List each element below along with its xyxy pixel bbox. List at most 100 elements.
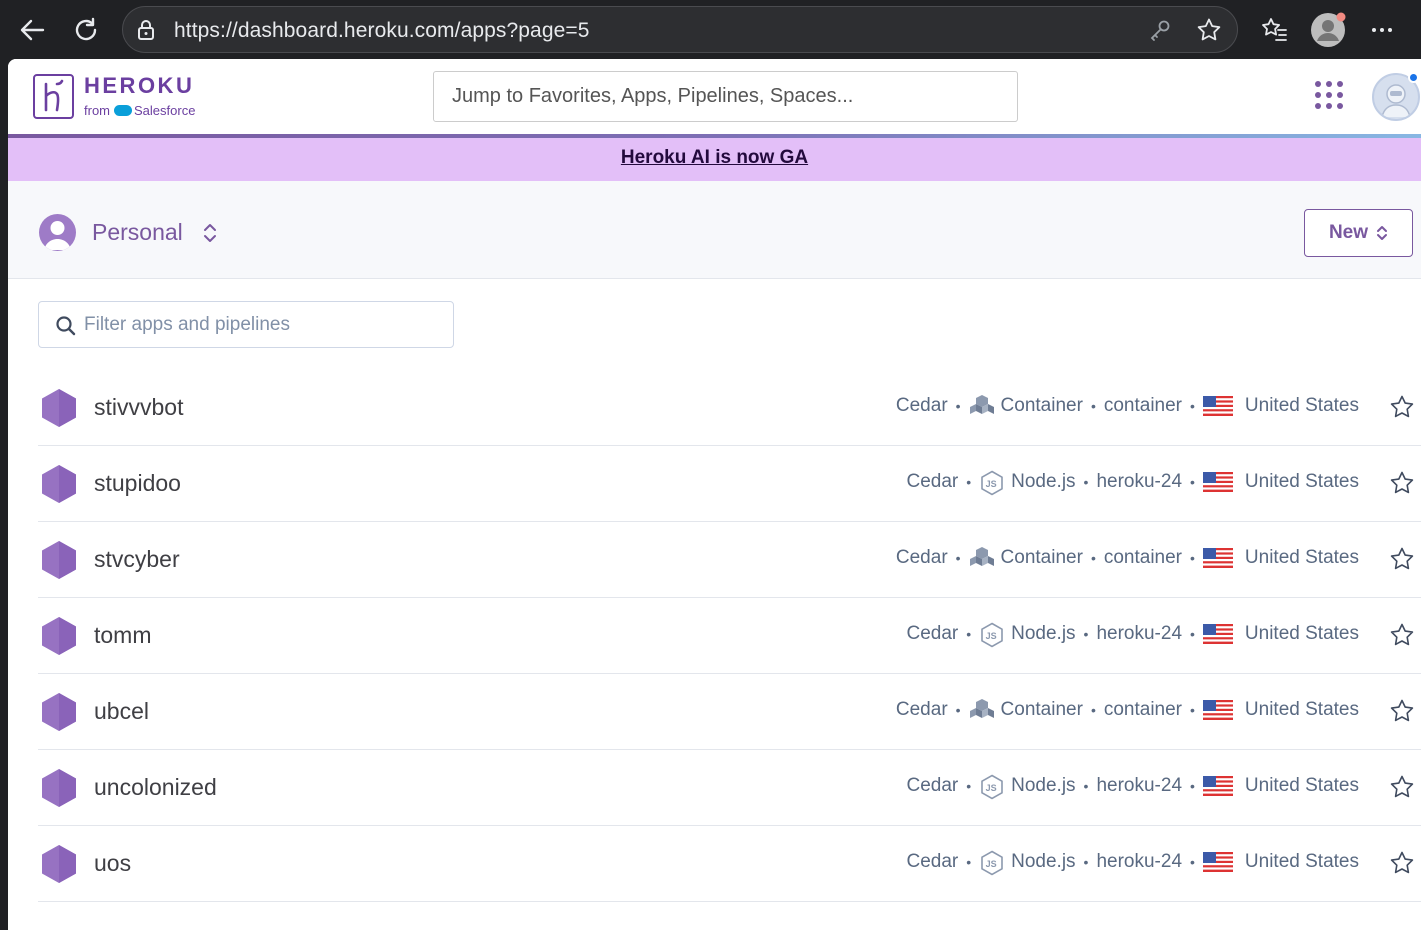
app-name[interactable]: stupidoo xyxy=(94,470,181,497)
app-row[interactable]: stvcyber Cedar • Container • container •… xyxy=(38,522,1421,598)
app-stack: Cedar xyxy=(895,547,948,568)
us-flag-icon xyxy=(1202,548,1233,568)
filter-apps-input[interactable] xyxy=(84,302,444,347)
browser-toolbar: https://dashboard.heroku.com/apps?page=5 xyxy=(0,0,1421,59)
app-name[interactable]: uos xyxy=(94,850,131,877)
reload-icon xyxy=(75,17,97,41)
browser-profile-avatar[interactable] xyxy=(1308,10,1348,50)
separator-dot: • xyxy=(1190,778,1195,794)
logo-wordmark[interactable]: HEROKU xyxy=(84,73,194,99)
separator-dot: • xyxy=(1083,626,1089,642)
app-name[interactable]: uncolonized xyxy=(94,774,217,801)
app-name[interactable]: stivvvbot xyxy=(94,394,183,421)
app-stack: Cedar xyxy=(906,471,959,492)
heroku-logo-icon[interactable] xyxy=(33,74,74,119)
separator-dot: • xyxy=(1190,474,1195,490)
app-runtime: container xyxy=(1103,395,1183,416)
new-button-label: New xyxy=(1328,222,1369,243)
app-runtime: heroku-24 xyxy=(1096,851,1183,872)
search-icon xyxy=(56,316,76,336)
separator-dot: • xyxy=(955,702,961,718)
app-meta: Cedar • JS Node.js • heroku-24 • United … xyxy=(906,470,1359,496)
app-row[interactable]: uncolonized Cedar • JS Node.js • heroku-… xyxy=(38,750,1421,826)
app-launcher-icon[interactable] xyxy=(1315,81,1345,111)
app-stack: Cedar xyxy=(906,851,959,872)
app-region: United States xyxy=(1244,395,1359,416)
reload-button[interactable] xyxy=(66,10,106,50)
new-button[interactable]: New xyxy=(1304,209,1413,257)
favorite-star-icon[interactable] xyxy=(1389,850,1415,876)
favorite-star-icon[interactable] xyxy=(1389,622,1415,648)
app-buildpack: Container xyxy=(1000,547,1083,568)
app-runtime: heroku-24 xyxy=(1096,775,1183,796)
favorite-star-icon[interactable] xyxy=(1389,698,1415,724)
separator-dot: • xyxy=(966,854,972,870)
favorite-star-icon[interactable] xyxy=(1389,546,1415,572)
us-flag-icon xyxy=(1202,776,1233,796)
app-row[interactable]: stivvvbot Cedar • Container • container … xyxy=(38,370,1421,446)
app-meta: Cedar • Container • container • United S… xyxy=(896,394,1359,418)
separator-dot: • xyxy=(1083,474,1089,490)
site-header: HEROKU from Salesforce xyxy=(8,59,1421,135)
site-info-icon[interactable] xyxy=(133,17,159,43)
account-name[interactable]: Personal xyxy=(92,219,183,246)
address-bar[interactable]: https://dashboard.heroku.com/apps?page=5 xyxy=(122,6,1238,53)
svg-text:JS: JS xyxy=(986,479,997,489)
app-region: United States xyxy=(1244,471,1359,492)
app-buildpack: Node.js xyxy=(1011,775,1076,796)
app-row[interactable]: stupidoo Cedar • JS Node.js • heroku-24 … xyxy=(38,446,1421,522)
nodejs-icon: JS xyxy=(979,774,1005,800)
us-flag-icon xyxy=(1202,852,1233,872)
favorites-list-icon[interactable] xyxy=(1254,10,1294,50)
arrow-left-icon xyxy=(20,19,45,41)
separator-dot: • xyxy=(1090,550,1096,566)
logo-from-text: from xyxy=(84,103,110,118)
separator-dot: • xyxy=(1190,550,1195,566)
separator-dot: • xyxy=(1083,854,1089,870)
notification-badge xyxy=(1408,72,1419,83)
logo-brand-text: Salesforce xyxy=(134,103,196,118)
chevron-up-down-icon[interactable] xyxy=(201,221,219,245)
app-buildpack: Container xyxy=(1000,699,1083,720)
app-meta: Cedar • JS Node.js • heroku-24 • United … xyxy=(906,774,1359,800)
announcement-link[interactable]: Heroku AI is now GA xyxy=(621,147,808,169)
url-text[interactable]: https://dashboard.heroku.com/apps?page=5 xyxy=(174,19,590,43)
app-runtime: heroku-24 xyxy=(1096,623,1183,644)
separator-dot: • xyxy=(1190,626,1195,642)
app-name[interactable]: stvcyber xyxy=(94,546,180,573)
app-row[interactable]: uos Cedar • JS Node.js • heroku-24 • Uni… xyxy=(38,826,1421,902)
app-name[interactable]: tomm xyxy=(94,622,152,649)
app-buildpack: Container xyxy=(1000,395,1083,416)
favorite-star-icon[interactable] xyxy=(1389,774,1415,800)
announcement-banner: Heroku AI is now GA xyxy=(8,138,1421,181)
app-runtime: heroku-24 xyxy=(1096,471,1183,492)
personal-account-icon[interactable] xyxy=(39,214,76,251)
separator-dot: • xyxy=(966,474,972,490)
svg-text:JS: JS xyxy=(986,859,997,869)
us-flag-icon xyxy=(1202,472,1233,492)
app-stack: Cedar xyxy=(895,699,948,720)
app-buildpack: Node.js xyxy=(1011,623,1076,644)
favorite-star-icon[interactable] xyxy=(1196,17,1222,43)
separator-dot: • xyxy=(966,626,972,642)
app-meta: Cedar • JS Node.js • heroku-24 • United … xyxy=(906,622,1359,648)
app-name[interactable]: ubcel xyxy=(94,698,149,725)
favorite-star-icon[interactable] xyxy=(1389,394,1415,420)
key-icon[interactable] xyxy=(1147,17,1173,43)
app-runtime: container xyxy=(1103,547,1183,568)
separator-dot: • xyxy=(1190,398,1195,414)
app-list: stivvvbot Cedar • Container • container … xyxy=(38,370,1421,902)
jump-search-input[interactable] xyxy=(433,71,1018,122)
app-hex-icon xyxy=(42,693,76,731)
app-stack: Cedar xyxy=(906,775,959,796)
nodejs-icon: JS xyxy=(979,850,1005,876)
app-row[interactable]: ubcel Cedar • Container • container • Un… xyxy=(38,674,1421,750)
app-row[interactable]: tomm Cedar • JS Node.js • heroku-24 • Un… xyxy=(38,598,1421,674)
separator-dot: • xyxy=(1090,398,1096,414)
more-options-icon[interactable] xyxy=(1362,10,1402,50)
us-flag-icon xyxy=(1202,624,1233,644)
favorite-star-icon[interactable] xyxy=(1389,470,1415,496)
back-button[interactable] xyxy=(12,10,52,50)
us-flag-icon xyxy=(1202,396,1233,416)
app-hex-icon xyxy=(42,769,76,807)
